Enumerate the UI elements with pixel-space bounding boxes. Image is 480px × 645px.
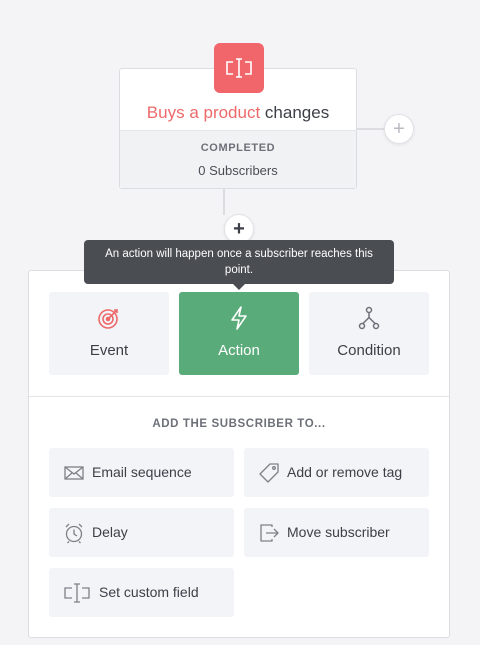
action-delay-label: Delay bbox=[92, 524, 128, 540]
action-add-remove-tag[interactable]: Add or remove tag bbox=[244, 448, 429, 497]
action-delay[interactable]: Delay bbox=[49, 508, 234, 557]
step-type-panel: Event Action Condition ADD THE SUBSCRIBE… bbox=[28, 270, 450, 638]
target-icon bbox=[49, 306, 169, 330]
alarm-clock-icon bbox=[63, 522, 85, 544]
add-branch-button[interactable]: + bbox=[384, 114, 414, 144]
action-add-remove-tag-label: Add or remove tag bbox=[287, 464, 403, 480]
move-out-icon bbox=[258, 522, 280, 544]
action-email-sequence[interactable]: Email sequence bbox=[49, 448, 234, 497]
trigger-title-rest: changes bbox=[260, 103, 330, 122]
tab-event[interactable]: Event bbox=[49, 292, 169, 375]
action-move-subscriber-label: Move subscriber bbox=[287, 524, 390, 540]
text-cursor-field-icon bbox=[63, 582, 91, 604]
action-email-sequence-label: Email sequence bbox=[92, 464, 192, 480]
trigger-stats: COMPLETED 0 Subscribers bbox=[120, 130, 356, 188]
trigger-title-highlight: Buys a product bbox=[146, 103, 261, 122]
custom-field-icon bbox=[214, 43, 264, 93]
branch-icon bbox=[309, 306, 429, 330]
tab-action-label: Action bbox=[218, 342, 260, 359]
plus-icon: + bbox=[233, 218, 245, 240]
trigger-subscriber-count: 0 Subscribers bbox=[198, 163, 278, 178]
tab-condition[interactable]: Condition bbox=[309, 292, 429, 375]
action-move-subscriber[interactable]: Move subscriber bbox=[244, 508, 429, 557]
tab-event-label: Event bbox=[89, 342, 129, 359]
connector-down bbox=[223, 189, 225, 215]
tab-action[interactable]: Action bbox=[179, 292, 299, 375]
tab-condition-label: Condition bbox=[337, 342, 401, 359]
tag-icon bbox=[258, 462, 280, 484]
action-set-custom-field[interactable]: Set custom field bbox=[49, 568, 234, 617]
tooltip-arrow bbox=[232, 283, 246, 290]
lightning-icon bbox=[179, 306, 299, 330]
panel-divider bbox=[29, 396, 449, 397]
action-tooltip: An action will happen once a subscriber … bbox=[84, 240, 394, 284]
envelope-icon bbox=[63, 462, 85, 484]
section-heading: ADD THE SUBSCRIBER TO... bbox=[152, 418, 326, 430]
trigger-status: COMPLETED bbox=[200, 142, 276, 154]
connector-right bbox=[357, 128, 385, 130]
action-set-custom-field-label: Set custom field bbox=[99, 584, 199, 600]
trigger-title: Buys a product changes bbox=[120, 103, 356, 123]
plus-icon: + bbox=[393, 118, 405, 140]
